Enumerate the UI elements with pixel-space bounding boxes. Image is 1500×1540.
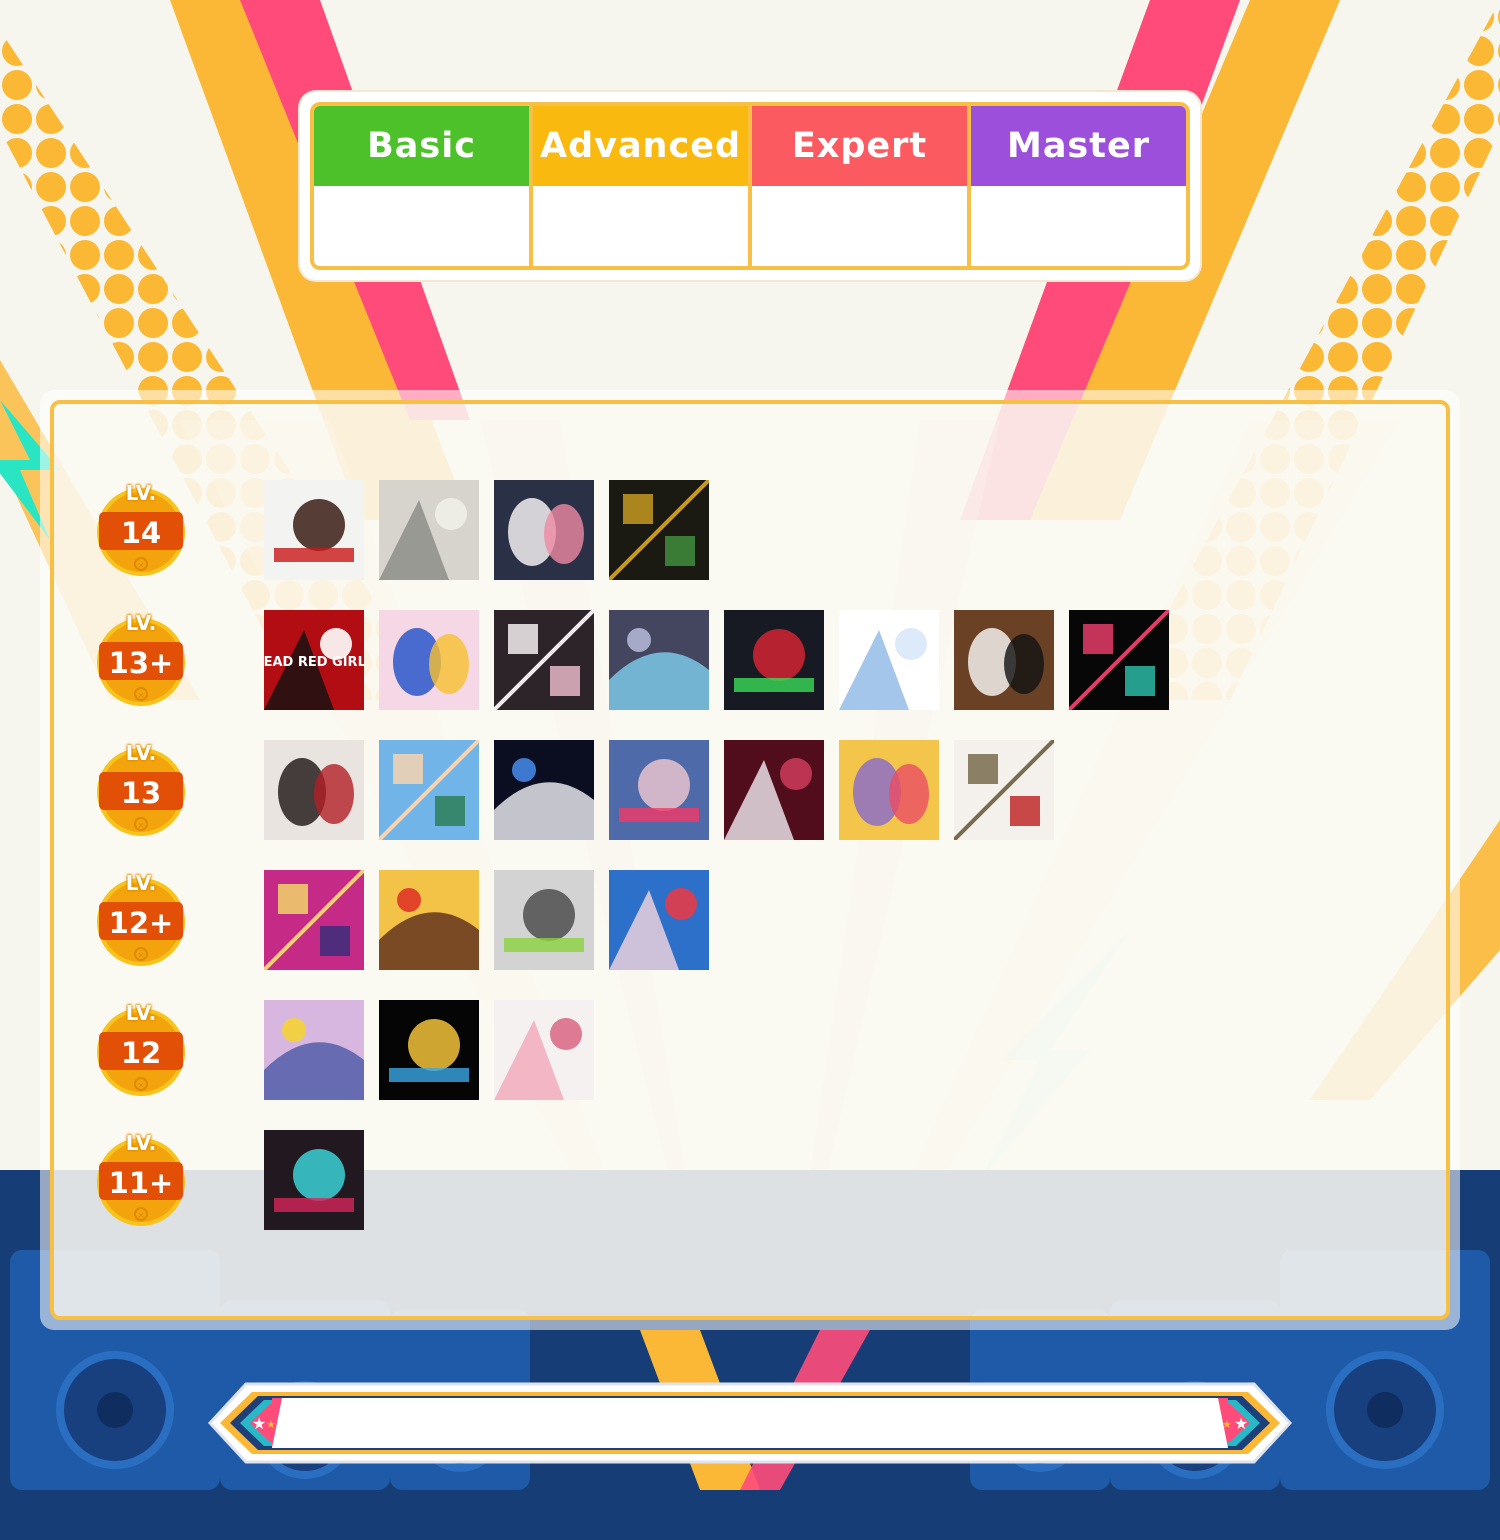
difficulty-column-master[interactable]: Master — [971, 106, 1186, 266]
jacket-13-3[interactable] — [494, 740, 594, 840]
difficulty-table-inner: Basic Advanced Expert Master — [310, 102, 1190, 270]
star-icon-right-small: ★ — [1222, 1418, 1232, 1431]
jacket-12p-2[interactable] — [379, 870, 479, 970]
difficulty-cell-basic — [314, 186, 529, 266]
jacket-13p-3[interactable] — [494, 610, 594, 710]
level-prefix: LV. — [125, 741, 157, 765]
bottom-title-bar: ★ ★ ★ ★ — [207, 1382, 1293, 1464]
title-bar-text — [288, 1406, 1208, 1440]
level-panel: × LV. 14 × LV. 13+ DEAD RED GIRLS × LV. 13 × LV. 12+… — [40, 390, 1460, 1330]
difficulty-cell-expert — [752, 186, 967, 266]
jacket-13-5[interactable] — [724, 740, 824, 840]
level-prefix: LV. — [125, 871, 157, 895]
level-prefix: LV. — [125, 611, 157, 635]
difficulty-table: Basic Advanced Expert Master — [300, 92, 1200, 280]
jacket-12-1[interactable] — [264, 1000, 364, 1100]
jacket-13p-5[interactable] — [724, 610, 824, 710]
jacket-13p-2[interactable] — [379, 610, 479, 710]
jacket-14-1[interactable] — [264, 480, 364, 580]
level-value: 14 — [120, 516, 162, 550]
jacket-14-2[interactable] — [379, 480, 479, 580]
jacket-13p-6[interactable] — [839, 610, 939, 710]
difficulty-column-advanced[interactable]: Advanced — [533, 106, 752, 266]
tab-expert[interactable]: Expert — [752, 106, 967, 186]
level-prefix: LV. — [125, 1131, 157, 1155]
difficulty-cell-master — [971, 186, 1186, 266]
jacket-14-4[interactable] — [609, 480, 709, 580]
level-badge: × LV. 14 — [96, 480, 186, 580]
svg-text:×: × — [137, 1211, 145, 1221]
tab-master[interactable]: Master — [971, 106, 1186, 186]
jacket-12-2[interactable] — [379, 1000, 479, 1100]
difficulty-cell-advanced — [533, 186, 748, 266]
jacket-13p-7[interactable] — [954, 610, 1054, 710]
jacket-list — [264, 870, 709, 970]
jacket-13-4[interactable] — [609, 740, 709, 840]
level-prefix: LV. — [125, 1001, 157, 1025]
level-badge: × LV. 13 — [96, 740, 186, 840]
star-icon-left: ★ — [252, 1414, 266, 1433]
jacket-list — [264, 740, 1054, 840]
jacket-12p-3[interactable] — [494, 870, 594, 970]
jacket-11p-1[interactable] — [264, 1130, 364, 1230]
difficulty-column-expert[interactable]: Expert — [752, 106, 971, 266]
jacket-12p-4[interactable] — [609, 870, 709, 970]
svg-text:×: × — [137, 821, 145, 831]
level-value: 11+ — [108, 1166, 174, 1200]
jacket-13-1[interactable] — [264, 740, 364, 840]
level-badge: × LV. 12 — [96, 1000, 186, 1100]
jacket-13-6[interactable] — [839, 740, 939, 840]
level-value: 12 — [120, 1036, 162, 1070]
svg-text:×: × — [137, 561, 145, 571]
jacket-14-3[interactable] — [494, 480, 594, 580]
jacket-list — [264, 1000, 594, 1100]
jacket-13p-8[interactable] — [1069, 610, 1169, 710]
tab-basic[interactable]: Basic — [314, 106, 529, 186]
svg-text:×: × — [137, 951, 145, 961]
star-icon-left-small: ★ — [266, 1418, 276, 1431]
tab-advanced[interactable]: Advanced — [533, 106, 748, 186]
level-value: 13 — [120, 776, 162, 810]
star-icon-right: ★ — [1234, 1414, 1248, 1433]
level-badge: × LV. 12+ — [96, 870, 186, 970]
difficulty-column-basic[interactable]: Basic — [314, 106, 533, 266]
level-value: 12+ — [108, 906, 174, 940]
svg-text:DEAD RED GIRLS: DEAD RED GIRLS — [264, 655, 364, 670]
level-prefix: LV. — [125, 481, 157, 505]
jacket-13p-4[interactable] — [609, 610, 709, 710]
svg-text:×: × — [137, 1081, 145, 1091]
jacket-13-7[interactable] — [954, 740, 1054, 840]
jacket-list — [264, 1130, 364, 1230]
level-badge: × LV. 13+ — [96, 610, 186, 710]
svg-text:×: × — [137, 691, 145, 701]
jacket-list — [264, 480, 709, 580]
level-panel-inner: × LV. 14 × LV. 13+ DEAD RED GIRLS × LV. 13 × LV. 12+… — [50, 400, 1450, 1320]
jacket-13-2[interactable] — [379, 740, 479, 840]
jacket-13p-1[interactable]: DEAD RED GIRLS — [264, 610, 364, 710]
jacket-12-3[interactable] — [494, 1000, 594, 1100]
jacket-12p-1[interactable] — [264, 870, 364, 970]
level-badge: × LV. 11+ — [96, 1130, 186, 1230]
level-value: 13+ — [108, 646, 174, 680]
jacket-list: DEAD RED GIRLS — [264, 610, 1169, 710]
